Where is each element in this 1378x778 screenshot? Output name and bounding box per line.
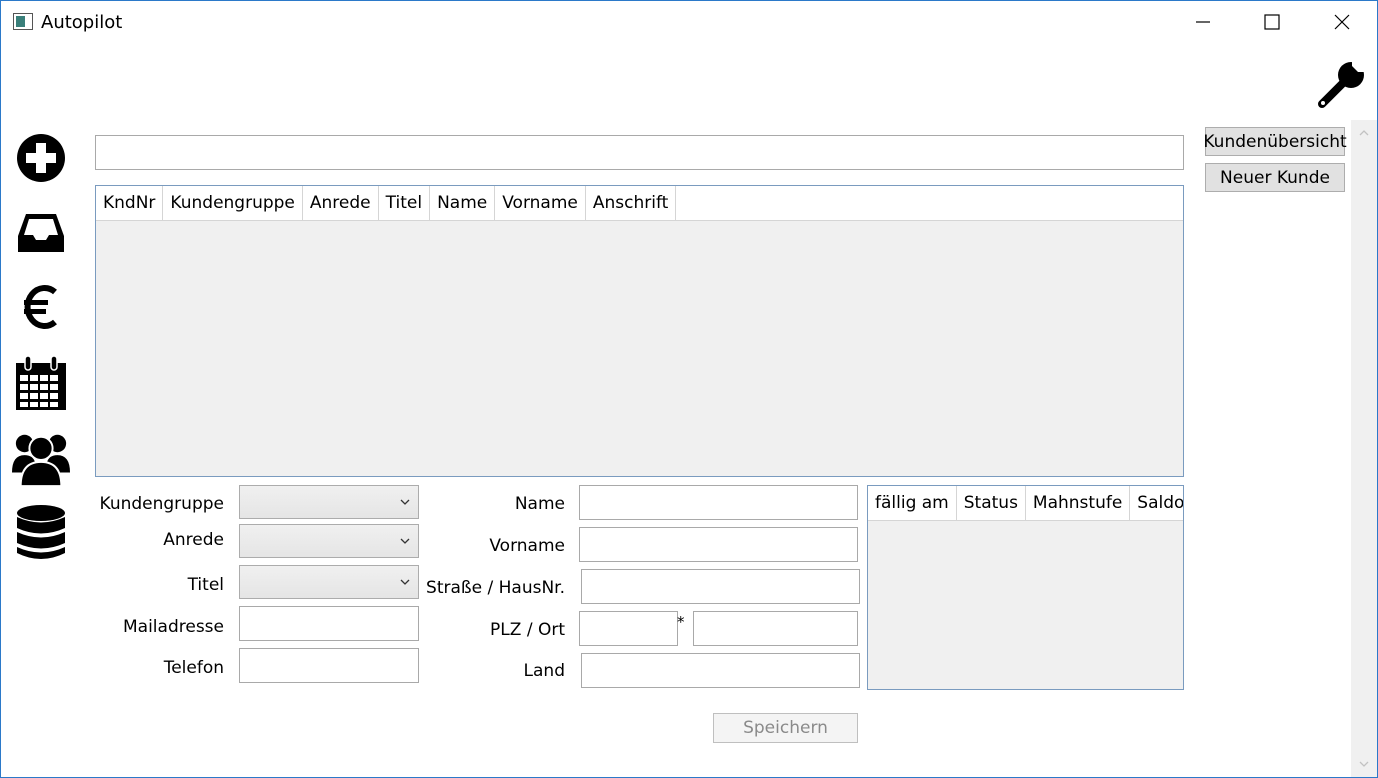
chevron-down-icon — [400, 579, 410, 585]
chevron-down-icon — [400, 538, 410, 544]
close-icon — [1334, 14, 1350, 30]
column-header-anschrift[interactable]: Anschrift — [586, 186, 677, 220]
database-icon — [17, 505, 65, 559]
vertical-scrollbar[interactable] — [1351, 120, 1377, 777]
minimize-icon — [1196, 21, 1210, 23]
maximize-icon — [1264, 14, 1280, 30]
name-label: Name — [514, 494, 565, 514]
land-label: Land — [523, 661, 565, 681]
close-button[interactable] — [1307, 0, 1377, 44]
vorname-label: Vorname — [489, 536, 565, 556]
land-field[interactable] — [581, 653, 860, 688]
column-header-vorname[interactable]: Vorname — [495, 186, 586, 220]
sidebar-item-add[interactable] — [12, 133, 70, 183]
anrede-label: Anrede — [163, 530, 224, 550]
mail-label: Mailadresse — [123, 617, 224, 637]
telefon-label: Telefon — [163, 658, 224, 678]
titel-label: Titel — [187, 575, 224, 595]
column-header-kndnr[interactable]: KndNr — [96, 186, 164, 220]
column-header-name[interactable]: Name — [430, 186, 496, 220]
ort-field[interactable] — [693, 611, 858, 646]
anrede-select[interactable] — [239, 524, 419, 558]
euro-icon — [24, 285, 57, 329]
plz-field[interactable] — [579, 611, 678, 646]
vorname-field[interactable] — [579, 527, 858, 562]
customer-table[interactable]: KndNr Kundengruppe Anrede Titel Name Vor… — [95, 185, 1184, 477]
column-header-anrede[interactable]: Anrede — [303, 186, 379, 220]
scroll-down-icon[interactable] — [1359, 761, 1369, 767]
invoice-table-header: fällig am Status Mahnstufe Saldo — [868, 486, 1183, 521]
kundengruppe-select[interactable] — [239, 485, 419, 519]
mail-field[interactable] — [239, 606, 419, 641]
telefon-field[interactable] — [239, 648, 419, 683]
kundengruppe-label: Kundengruppe — [99, 494, 224, 514]
wrench-icon — [1318, 60, 1366, 108]
minimize-button[interactable] — [1168, 0, 1238, 44]
maximize-button[interactable] — [1237, 0, 1307, 44]
sidebar-item-finance[interactable] — [12, 282, 70, 332]
titel-select[interactable] — [239, 565, 419, 599]
strasse-label: Straße / HausNr. — [426, 578, 565, 598]
sidebar-item-customers[interactable] — [12, 428, 70, 488]
plus-circle-icon — [17, 134, 65, 182]
sidebar-item-database[interactable] — [12, 504, 70, 562]
invoice-table[interactable]: fällig am Status Mahnstufe Saldo — [867, 485, 1184, 690]
column-header-faellig-am[interactable]: fällig am — [868, 486, 957, 520]
strasse-field[interactable] — [581, 569, 860, 604]
chevron-down-icon — [400, 499, 410, 505]
customer-overview-button[interactable]: Kundenübersicht — [1203, 127, 1347, 156]
plz-ort-label: PLZ / Ort — [490, 620, 565, 640]
window-title: Autopilot — [41, 12, 123, 33]
column-header-titel[interactable]: Titel — [379, 186, 431, 220]
column-header-mahnstufe[interactable]: Mahnstufe — [1026, 486, 1131, 520]
calendar-icon — [16, 355, 66, 410]
settings-button[interactable] — [1314, 58, 1368, 112]
sidebar-item-calendar[interactable] — [12, 354, 70, 412]
search-input[interactable] — [95, 135, 1184, 170]
new-customer-button[interactable]: Neuer Kunde — [1205, 163, 1345, 192]
name-field[interactable] — [579, 485, 858, 520]
sidebar-item-inbox[interactable] — [12, 210, 70, 256]
save-button[interactable]: Speichern — [713, 713, 858, 743]
plz-required-marker: * — [677, 613, 685, 631]
inbox-icon — [18, 214, 64, 252]
column-header-status[interactable]: Status — [957, 486, 1026, 520]
app-icon — [13, 13, 33, 30]
column-header-kundengruppe[interactable]: Kundengruppe — [163, 186, 303, 220]
customer-table-header: KndNr Kundengruppe Anrede Titel Name Vor… — [96, 186, 1183, 221]
scroll-up-icon[interactable] — [1359, 130, 1369, 136]
users-icon — [12, 434, 70, 487]
column-header-saldo[interactable]: Saldo — [1130, 486, 1183, 520]
